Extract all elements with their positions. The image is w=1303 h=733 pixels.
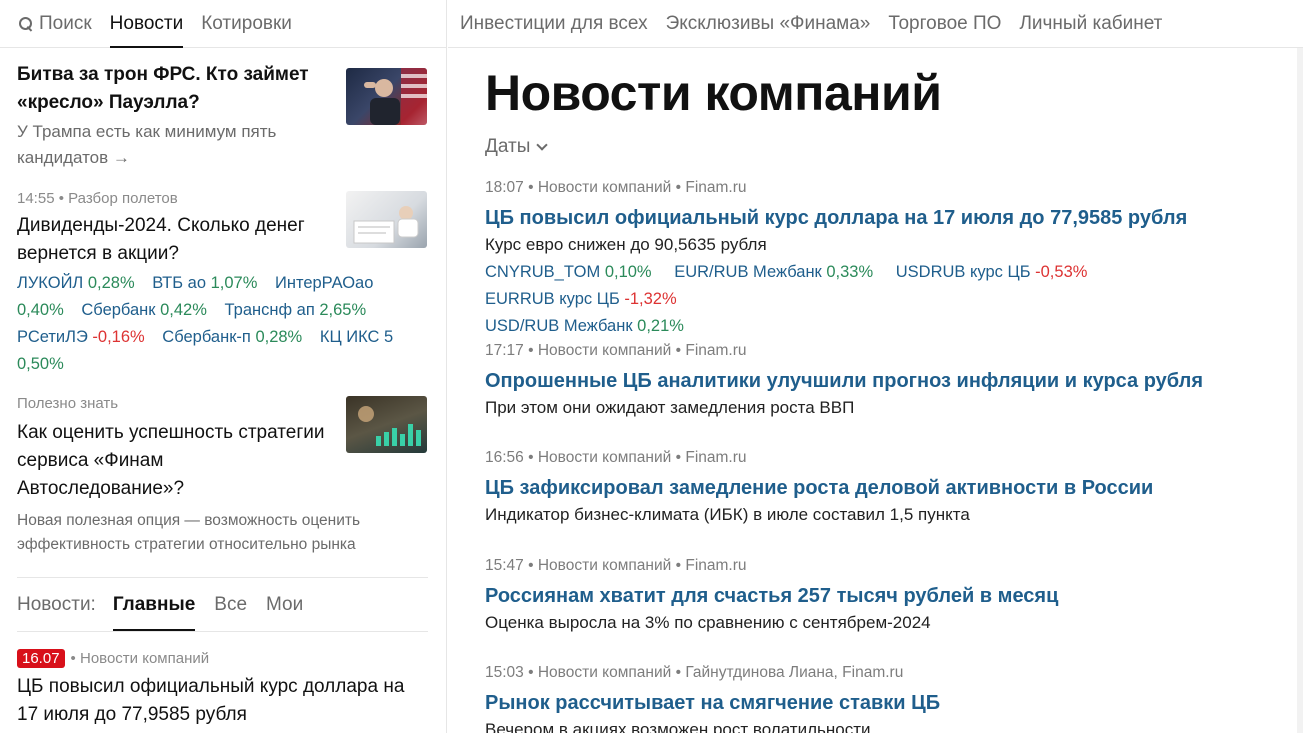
featured-title[interactable]: Дивиденды-2024. Сколько денег вернется в… (17, 212, 332, 268)
news-item[interactable]: 17:17 • Новости компаний • Finam.ru Опро… (485, 341, 1300, 420)
news-meta: 15:03 • Новости компаний • Гайнутдинова … (485, 664, 904, 681)
tab-news[interactable]: Новости (109, 0, 183, 48)
tab-mine[interactable]: Мои (266, 578, 303, 631)
nav-exclusives[interactable]: Эксклюзивы «Финама» (666, 13, 871, 35)
ticker-list: ЛУКОЙЛ 0,28% ВТБ ао 1,07% ИнтерРАОао 0,4… (17, 270, 427, 378)
featured-description: Новая полезная опция — возможность оцени… (17, 512, 361, 553)
ticker-link[interactable]: КЦ ИКС 5 (320, 328, 393, 346)
ticker-link[interactable]: ВТБ ао 1,07% (152, 274, 257, 292)
tab-all[interactable]: Все (214, 578, 247, 631)
news-item[interactable]: 16:56 • Новости компаний • Finam.ru ЦБ з… (485, 448, 1300, 527)
news-meta: 18:07 • Новости компаний • Finam.ru (485, 179, 747, 196)
dates-filter[interactable]: Даты (485, 136, 549, 158)
news-item[interactable]: 15:47 • Новости компаний • Finam.ru Росс… (485, 556, 1300, 635)
news-lead: Курс евро снижен до 90,5635 рубля (485, 235, 767, 254)
dividends-thumbnail-image[interactable] (346, 191, 427, 248)
ticker-link[interactable]: 0,40% (17, 301, 64, 319)
featured-subtitle[interactable]: У Трампа есть как минимум пять кандидато… (17, 119, 332, 171)
news-meta: 15:47 • Новости компаний • Finam.ru (485, 557, 747, 574)
nav-trading-software[interactable]: Торговое ПО (888, 13, 1001, 35)
ticker-link[interactable]: Сбербанк 0,42% (81, 301, 207, 319)
news-headline[interactable]: Россиянам хватит для счастья 257 тысяч р… (485, 581, 1300, 611)
news-headline[interactable]: ЦБ зафиксировал замедление роста деловой… (485, 473, 1300, 503)
tab-main[interactable]: Главные (112, 578, 196, 631)
nav-personal-account[interactable]: Личный кабинет (1019, 13, 1162, 35)
strategy-thumbnail-image[interactable] (346, 396, 427, 453)
feed-tabs-label: Новости: (17, 593, 96, 615)
news-lead: Вечером в акциях возможен рост волатильн… (485, 720, 871, 733)
news-item[interactable]: 18:07 • Новости компаний • Finam.ru ЦБ п… (485, 178, 1300, 340)
news-meta: 17:17 • Новости компаний • Finam.ru (485, 342, 747, 359)
ticker-link[interactable]: РСетиЛЭ -0,16% (17, 328, 145, 346)
arrow-right-icon: → (112, 148, 130, 167)
featured-title[interactable]: Битва за трон ФРС. Кто займет «кресло» П… (17, 61, 332, 117)
ticker-link[interactable]: Сбербанк-п 0,28% (162, 328, 302, 346)
featured-title[interactable]: Как оценить успешность стратегии сервиса… (17, 419, 332, 503)
ticker-link[interactable]: USD/RUB Межбанк 0,21% (485, 317, 684, 335)
ticker-link[interactable]: ЛУКОЙЛ 0,28% (17, 274, 135, 292)
ticker-link[interactable]: CNYRUB_TOM 0,10% (485, 263, 652, 281)
nav-invest-for-all[interactable]: Инвестиции для всех (460, 13, 648, 35)
news-lead: Оценка выросла на 3% по сравнению с сент… (485, 613, 931, 632)
ticker-link[interactable]: USDRUB курс ЦБ -0,53% (896, 263, 1088, 281)
news-headline[interactable]: Рынок рассчитывает на смягчение ставки Ц… (485, 688, 1300, 718)
left-column: Поиск Новости Котировки Битва за трон ФР… (0, 0, 447, 733)
top-nav: Инвестиции для всех Эксклюзивы «Финама» … (448, 0, 1303, 48)
feed-item[interactable]: 16.07 • Новости компаний ЦБ повысил офици… (17, 649, 428, 729)
search-link[interactable]: Поиск (18, 0, 92, 47)
powell-thumbnail-image[interactable] (346, 68, 427, 125)
news-lead: При этом они ожидают замедления роста ВВ… (485, 398, 855, 417)
ticker-link[interactable]: ИнтерРАОао (275, 274, 373, 292)
news-headline[interactable]: Опрошенные ЦБ аналитики улучшили прогноз… (485, 366, 1300, 396)
news-feed-tabs: Новости: Главные Все Мои (17, 578, 322, 631)
feed-item-title[interactable]: ЦБ повысил официальный курс доллара на 1… (17, 673, 422, 729)
feed-item-meta: 16.07 • Новости компаний (17, 649, 428, 669)
ticker-list: CNYRUB_TOM 0,10% EUR/RUB Межбанк 0,33% U… (485, 259, 1300, 340)
tab-quotes[interactable]: Котировки (201, 0, 292, 47)
left-nav: Поиск Новости Котировки (0, 0, 446, 48)
divider (17, 631, 428, 632)
ticker-link[interactable]: 0,50% (17, 355, 64, 373)
ticker-link[interactable]: EUR/RUB Межбанк 0,33% (674, 263, 873, 281)
chevron-down-icon (536, 138, 549, 151)
news-meta: 16:56 • Новости компаний • Finam.ru (485, 449, 747, 466)
news-headline[interactable]: ЦБ повысил официальный курс доллара на 1… (485, 203, 1300, 233)
ticker-link[interactable]: EURRUB курс ЦБ -1,32% (485, 290, 677, 308)
date-badge: 16.07 (17, 649, 65, 668)
search-icon (18, 16, 34, 32)
page-title: Новости компаний (485, 65, 942, 121)
news-item[interactable]: 15:03 • Новости компаний • Гайнутдинова … (485, 663, 1300, 733)
news-lead: Индикатор бизнес-климата (ИБК) в июле со… (485, 505, 970, 524)
search-label: Поиск (39, 12, 92, 34)
ticker-link[interactable]: Транснф ап 2,65% (225, 301, 367, 319)
